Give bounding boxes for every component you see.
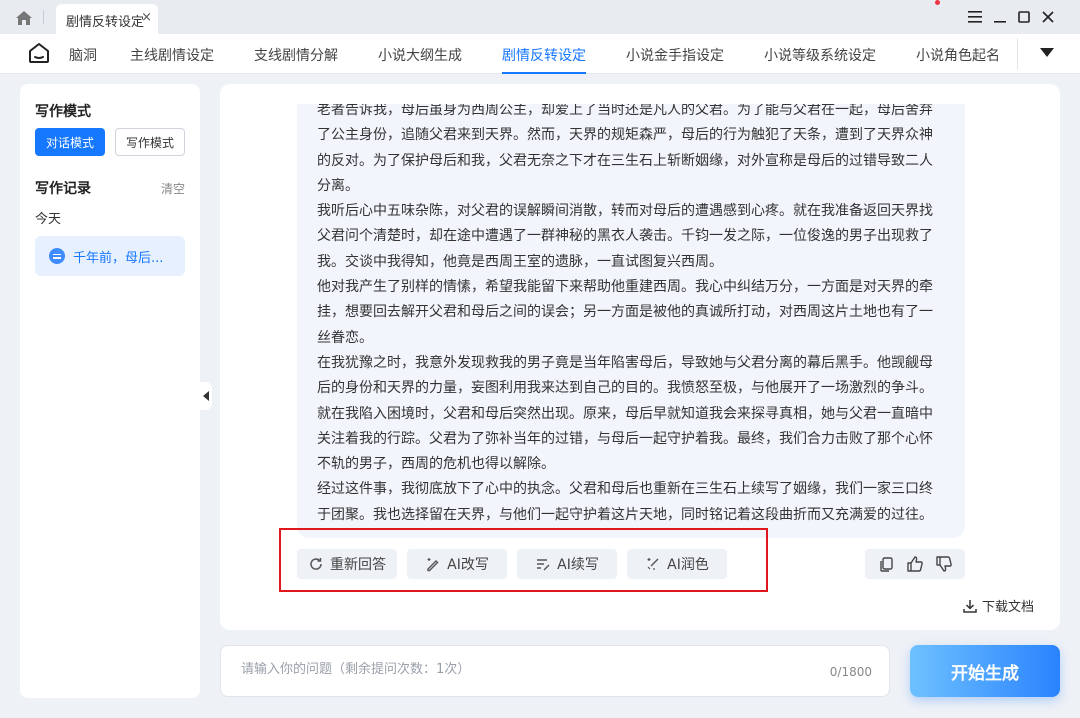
- nav-divider: [1017, 38, 1018, 70]
- answer-paragraph: 老者告诉我，母后虽身为西周公主，却爱上了当时还是凡人的父君。为了能与父君在一起，…: [317, 104, 933, 194]
- copy-icon[interactable]: [877, 555, 895, 573]
- answer-paragraph: 经过这件事，我彻底放下了心中的执念。父君和母后也重新在三生石上续写了姻缘，我们一…: [317, 481, 933, 523]
- nav-item-golden-finger[interactable]: 小说金手指设定: [626, 45, 724, 65]
- minimize-icon[interactable]: [990, 7, 1010, 27]
- active-tab-indicator: [502, 72, 586, 74]
- history-item[interactable]: 千年前，母后...: [35, 236, 185, 276]
- writing-history-title: 写作记录: [35, 181, 91, 197]
- nav-item-brainstorm[interactable]: 脑洞: [69, 45, 97, 65]
- history-group-today: 今天: [35, 212, 62, 227]
- tab-close-icon[interactable]: ×: [141, 10, 152, 25]
- titlebar-divider: [43, 10, 44, 24]
- thumbs-up-icon[interactable]: [906, 555, 924, 573]
- writing-mode-title: 写作模式: [35, 104, 91, 120]
- answer-paragraph: 他对我产生了别样的情愫，希望我能留下来帮助他重建西周。我心中纠结万分，一方面是对…: [317, 279, 933, 346]
- nav-item-main-plot[interactable]: 主线剧情设定: [130, 45, 214, 65]
- nav-item-character-naming[interactable]: 小说角色起名: [916, 45, 1000, 65]
- app-logo-icon[interactable]: [28, 42, 50, 64]
- character-counter: 0/1800: [829, 665, 872, 679]
- nav-item-subplot[interactable]: 支线剧情分解: [254, 45, 338, 65]
- question-input[interactable]: [241, 662, 801, 677]
- menu-icon[interactable]: [965, 7, 985, 27]
- feedback-icon-group: [865, 549, 965, 579]
- main-panel: 老者告诉我，母后虽身为西周公主，却爱上了当时还是凡人的父君。为了能与父君在一起，…: [220, 84, 1060, 630]
- download-icon: [963, 599, 977, 613]
- clear-history-button[interactable]: 清空: [161, 180, 185, 197]
- sidebar: 写作模式 对话模式 写作模式 写作记录 清空 今天 千年前，母后...: [20, 84, 200, 698]
- chat-mode-button[interactable]: 对话模式: [35, 128, 105, 156]
- nav-more-dropdown-icon[interactable]: [1040, 48, 1054, 57]
- answer-paragraph: 在我犹豫之时，我意外发现救我的男子竟是当年陷害母后，导致她与父君分离的幕后黑手。…: [317, 354, 933, 473]
- nav-item-level-system[interactable]: 小说等级系统设定: [764, 45, 876, 65]
- nav-item-outline[interactable]: 小说大纲生成: [378, 45, 462, 65]
- tab-active[interactable]: 剧情反转设定 ×: [56, 4, 158, 34]
- home-icon[interactable]: [14, 9, 34, 27]
- start-generate-button[interactable]: 开始生成: [910, 645, 1060, 697]
- download-document-button[interactable]: 下载文档: [962, 596, 1034, 615]
- nav-item-plot-twist[interactable]: 剧情反转设定: [502, 45, 586, 65]
- answer-bubble: 老者告诉我，母后虽身为西周公主，却爱上了当时还是凡人的父君。为了能与父君在一起，…: [297, 104, 965, 538]
- chat-bubble-icon: [49, 248, 65, 264]
- notification-dot: [935, 0, 940, 5]
- write-mode-button[interactable]: 写作模式: [115, 128, 185, 156]
- highlight-box: [279, 528, 768, 592]
- title-bar: 剧情反转设定 ×: [0, 0, 1080, 34]
- tab-title: 剧情反转设定: [66, 15, 145, 30]
- top-nav: 脑洞 主线剧情设定 支线剧情分解 小说大纲生成 剧情反转设定 小说金手指设定 小…: [0, 34, 1080, 74]
- question-input-box: 0/1800: [220, 645, 890, 697]
- thumbs-down-icon[interactable]: [935, 555, 953, 573]
- answer-paragraph: 我听后心中五味杂陈，对父君的误解瞬间消散，转而对母后的遭遇感到心疼。就在我准备返…: [317, 203, 933, 270]
- maximize-icon[interactable]: [1014, 7, 1034, 27]
- download-label: 下载文档: [982, 600, 1035, 615]
- collapse-sidebar-handle[interactable]: [200, 382, 212, 410]
- close-window-icon[interactable]: [1038, 7, 1058, 27]
- history-item-label: 千年前，母后...: [73, 250, 164, 266]
